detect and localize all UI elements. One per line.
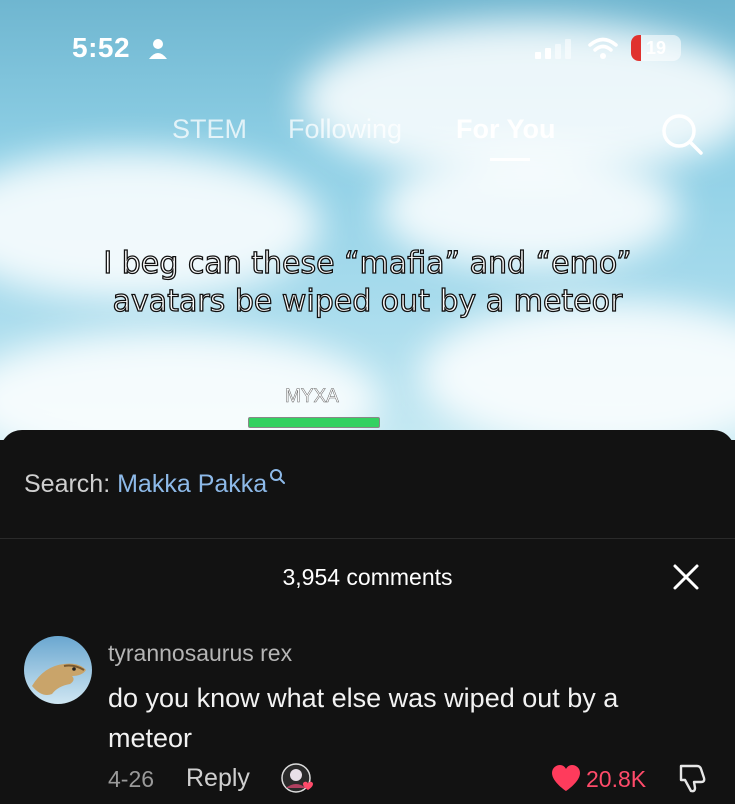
video-background[interactable]: 5:52 19 STEM Following For You I beg can… <box>0 0 735 440</box>
battery-level: 19 <box>645 38 667 58</box>
comments-sheet: Search: Makka Pakka 3,954 comments tyran… <box>0 430 735 804</box>
status-time: 5:52 <box>72 32 131 63</box>
comment-text: do you know what else was wiped out by a… <box>108 683 619 753</box>
dislike-icon[interactable] <box>675 762 707 794</box>
wifi-icon <box>588 37 618 59</box>
battery-indicator: 19 <box>631 35 681 61</box>
cellular-signal-icon <box>535 39 571 59</box>
status-bar: 5:52 19 <box>0 30 735 70</box>
search-term[interactable]: Makka Pakka <box>117 470 267 498</box>
watermark: MYXA <box>285 386 339 408</box>
search-label: Search: <box>24 470 118 498</box>
video-caption: I beg can these “mafia” and “emo” avatar… <box>0 245 735 321</box>
avatar[interactable] <box>24 636 92 704</box>
search-suggestion[interactable]: Search: Makka Pakka <box>24 469 286 499</box>
green-bar <box>248 417 380 428</box>
creator-reaction-icon <box>281 763 313 793</box>
heart-icon[interactable] <box>551 764 581 792</box>
search-small-icon <box>270 469 286 484</box>
tab-following[interactable]: Following <box>288 114 402 145</box>
caption-line: avatars be wiped out by a meteor <box>112 283 623 319</box>
close-icon[interactable] <box>672 563 700 591</box>
dinosaur-avatar-icon <box>32 663 86 695</box>
tab-stem[interactable]: STEM <box>172 114 247 145</box>
comments-count: 3,954 comments <box>282 564 453 590</box>
caption-line: I beg can these “mafia” and “emo” <box>103 245 633 281</box>
feed-tabs: STEM Following For You <box>0 114 735 161</box>
active-tab-indicator <box>490 158 530 161</box>
person-icon <box>149 39 167 59</box>
reply-button[interactable]: Reply <box>186 764 250 793</box>
comment-username[interactable]: tyrannosaurus rex <box>108 640 292 667</box>
divider <box>0 538 735 539</box>
cloud-shape <box>420 300 735 440</box>
search-icon[interactable] <box>660 112 704 156</box>
comment-date: 4-26 <box>108 766 155 792</box>
like-count: 20.8K <box>586 766 647 792</box>
tab-for-you[interactable]: For You <box>456 114 556 145</box>
